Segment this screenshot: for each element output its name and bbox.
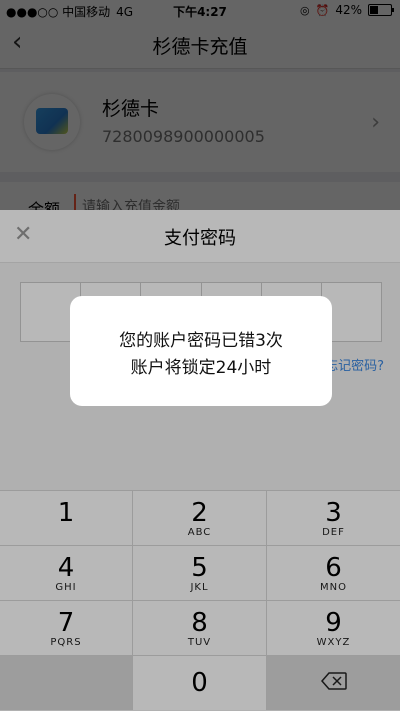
alert-message-line2: 账户将锁定24小时	[130, 358, 272, 378]
lock-alert-dialog: 您的账户密码已错3次 账户将锁定24小时	[70, 296, 332, 406]
alert-message-line1: 您的账户密码已错3次	[119, 331, 283, 351]
